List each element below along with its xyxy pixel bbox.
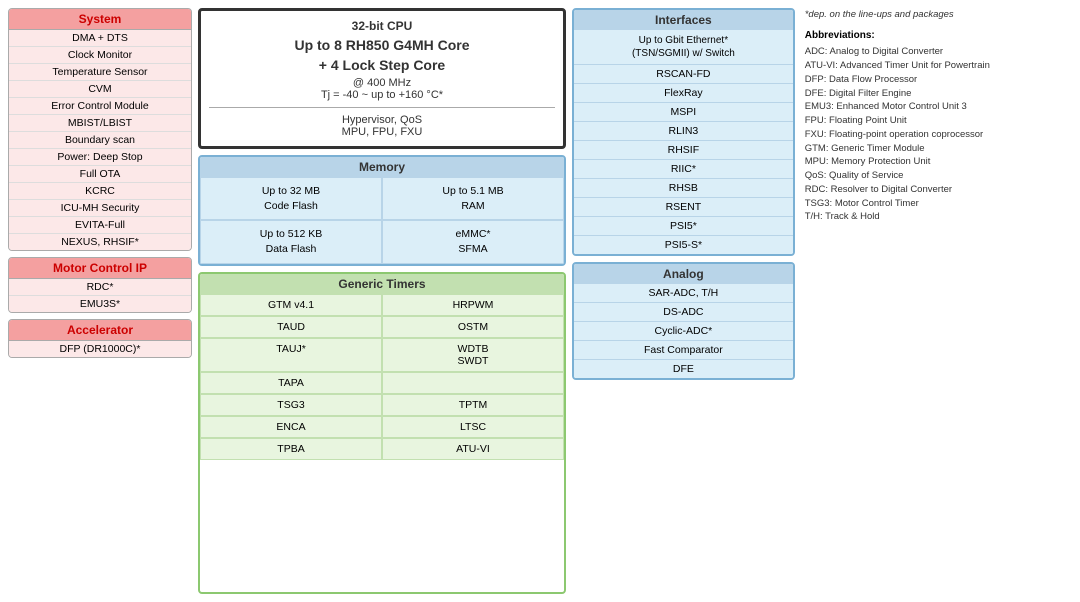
interface-item-6: RHSB: [574, 179, 793, 198]
analog-item-1: DS-ADC: [574, 303, 793, 322]
abbrev-item-0: ADC: Analog to Digital Converter: [805, 45, 1072, 59]
abbrev-item-11: TSG3: Motor Control Timer: [805, 197, 1072, 211]
system-box: System DMA + DTS Clock Monitor Temperatu…: [8, 8, 192, 251]
analog-item-2: Cyclic-ADC*: [574, 322, 793, 341]
memory-cell-2: Up to 512 KB Data Flash: [200, 220, 382, 263]
system-item-8: Full OTA: [9, 166, 191, 183]
interface-item-7: RSENT: [574, 198, 793, 217]
timer-cell-3: OSTM: [382, 316, 564, 338]
timer-cell-9: TPTM: [382, 394, 564, 416]
interface-item-1: FlexRay: [574, 84, 793, 103]
system-item-6: Boundary scan: [9, 132, 191, 149]
timer-cell-7: [382, 372, 564, 394]
timer-cell-12: TPBA: [200, 438, 382, 460]
abbrev-item-6: FXU: Floating-point operation coprocesso…: [805, 128, 1072, 142]
abbrev-item-3: DFE: Digital Filter Engine: [805, 87, 1072, 101]
memory-box: Memory Up to 32 MB Code Flash Up to 5.1 …: [198, 155, 566, 266]
analog-header: Analog: [574, 264, 793, 284]
system-item-5: MBIST/LBIST: [9, 115, 191, 132]
analog-box: Analog SAR-ADC, T/H DS-ADC Cyclic-ADC* F…: [572, 262, 795, 380]
memory-header: Memory: [200, 157, 564, 177]
cpu-main-line1: Up to 8 RH850 G4MH Core: [209, 37, 555, 53]
system-item-3: CVM: [9, 81, 191, 98]
system-item-2: Temperature Sensor: [9, 64, 191, 81]
system-item-11: EVITA-Full: [9, 217, 191, 234]
cpu-box: 32-bit CPU Up to 8 RH850 G4MH Core + 4 L…: [198, 8, 566, 149]
timers-box: Generic Timers GTM v4.1 HRPWM TAUD OSTM …: [198, 272, 566, 594]
timer-cell-13: ATU-VI: [382, 438, 564, 460]
system-item-1: Clock Monitor: [9, 47, 191, 64]
interfaces-header: Interfaces: [574, 10, 793, 30]
timer-cell-1: HRPWM: [382, 294, 564, 316]
analog-item-3: Fast Comparator: [574, 341, 793, 360]
abbrev-item-7: GTM: Generic Timer Module: [805, 142, 1072, 156]
cpu-freq: @ 400 MHz: [209, 77, 555, 89]
motor-box: Motor Control IP RDC* EMU3S*: [8, 257, 192, 313]
memory-cell-3: eMMC* SFMA: [382, 220, 564, 263]
abbrev-item-10: RDC: Resolver to Digital Converter: [805, 183, 1072, 197]
abbrev-item-12: T/H: Track & Hold: [805, 210, 1072, 224]
interface-item-9: PSI5-S*: [574, 236, 793, 254]
timer-cell-6: TAPA: [200, 372, 382, 394]
analog-item-0: SAR-ADC, T/H: [574, 284, 793, 303]
motor-item-1: EMU3S*: [9, 296, 191, 312]
interface-item-0: RSCAN-FD: [574, 65, 793, 84]
abbrev-item-5: FPU: Floating Point Unit: [805, 114, 1072, 128]
timer-cell-10: ENCA: [200, 416, 382, 438]
memory-cell-0: Up to 32 MB Code Flash: [200, 177, 382, 220]
interfaces-column: Interfaces Up to Gbit Ethernet* (TSN/SGM…: [572, 8, 795, 594]
timers-grid: GTM v4.1 HRPWM TAUD OSTM TAUJ* WDTB SWDT…: [200, 294, 564, 460]
abbrev-item-2: DFP: Data Flow Processor: [805, 73, 1072, 87]
timer-cell-11: LTSC: [382, 416, 564, 438]
dep-note: *dep. on the line-ups and packages: [805, 8, 1072, 22]
system-item-0: DMA + DTS: [9, 30, 191, 47]
timer-cell-2: TAUD: [200, 316, 382, 338]
motor-header: Motor Control IP: [9, 258, 191, 279]
cpu-hyp: Hypervisor, QoS: [209, 114, 555, 126]
interface-item-5: RIIC*: [574, 160, 793, 179]
system-item-7: Power: Deep Stop: [9, 149, 191, 166]
left-column: System DMA + DTS Clock Monitor Temperatu…: [8, 8, 192, 594]
system-header: System: [9, 9, 191, 30]
memory-cell-1: Up to 5.1 MB RAM: [382, 177, 564, 220]
interface-item-3: RLIN3: [574, 122, 793, 141]
middle-column: 32-bit CPU Up to 8 RH850 G4MH Core + 4 L…: [198, 8, 566, 594]
system-item-10: ICU-MH Security: [9, 200, 191, 217]
accel-header: Accelerator: [9, 320, 191, 341]
accel-item-0: DFP (DR1000C)*: [9, 341, 191, 357]
interface-item-8: PSI5*: [574, 217, 793, 236]
timer-cell-5: WDTB SWDT: [382, 338, 564, 372]
cpu-temp: Tj = -40 ~ up to +160 °C*: [209, 89, 555, 101]
timer-cell-8: TSG3: [200, 394, 382, 416]
interface-item-4: RHSIF: [574, 141, 793, 160]
system-item-12: NEXUS, RHSIF*: [9, 234, 191, 250]
motor-item-0: RDC*: [9, 279, 191, 296]
analog-item-4: DFE: [574, 360, 793, 378]
interfaces-box: Interfaces Up to Gbit Ethernet* (TSN/SGM…: [572, 8, 795, 256]
timer-cell-0: GTM v4.1: [200, 294, 382, 316]
system-item-4: Error Control Module: [9, 98, 191, 115]
abbrev-item-9: QoS: Quality of Service: [805, 169, 1072, 183]
abbrev-item-8: MPU: Memory Protection Unit: [805, 155, 1072, 169]
system-item-9: KCRC: [9, 183, 191, 200]
cpu-title: 32-bit CPU: [209, 19, 555, 33]
interface-item-2: MSPI: [574, 103, 793, 122]
abbrev-title: Abbreviations:: [805, 28, 1072, 43]
cpu-main-line2: + 4 Lock Step Core: [209, 57, 555, 73]
memory-grid: Up to 32 MB Code Flash Up to 5.1 MB RAM …: [200, 177, 564, 264]
abbrev-item-1: ATU-VI: Advanced Timer Unit for Powertra…: [805, 59, 1072, 73]
interface-top-item: Up to Gbit Ethernet* (TSN/SGMII) w/ Swit…: [574, 30, 793, 65]
timer-cell-4: TAUJ*: [200, 338, 382, 372]
abbrev-item-4: EMU3: Enhanced Motor Control Unit 3: [805, 100, 1072, 114]
accel-box: Accelerator DFP (DR1000C)*: [8, 319, 192, 358]
timers-header: Generic Timers: [200, 274, 564, 294]
cpu-units: MPU, FPU, FXU: [209, 126, 555, 138]
abbreviations-column: *dep. on the line-ups and packages Abbre…: [801, 8, 1072, 594]
